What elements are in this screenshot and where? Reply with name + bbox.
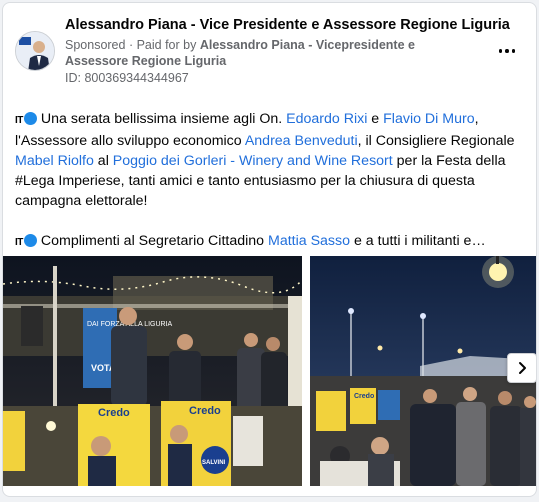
italy-flag-icon: IT — [15, 237, 23, 248]
mention-link[interactable]: Andrea Benveduti — [245, 133, 358, 149]
blue-circle-icon — [23, 234, 37, 247]
carousel-photo-1[interactable]: DAI FORZA ALLA LIGURIA VOTA Credo Credo — [3, 256, 302, 486]
post-paragraph-1: IT Una serata bellissima insieme agli On.… — [15, 109, 527, 211]
chevron-right-icon — [519, 362, 526, 374]
mention-link[interactable]: Mabel Riolfo — [15, 153, 94, 169]
text-segment: , il Consigliere Regionale — [357, 133, 515, 149]
mention-link[interactable]: Poggio dei Gorleri - Winery and Wine Res… — [113, 153, 393, 169]
more-dot — [511, 49, 516, 53]
italy-flag-icon: IT — [15, 115, 23, 126]
credo-sign-text: Credo — [98, 407, 130, 419]
ad-id: ID: 800369344344967 — [65, 71, 189, 85]
more-horizontal-icon — [498, 49, 503, 53]
paid-for-prefix: Paid for by — [136, 38, 197, 52]
blue-circle-icon — [23, 112, 37, 125]
page-avatar[interactable] — [15, 31, 55, 71]
credo-sign-text-3: Credo — [354, 393, 374, 400]
sponsored-label: Sponsored — [65, 38, 126, 52]
post-paragraph-2: IT Complimenti al Segretario Cittadino Ma… — [15, 231, 527, 253]
mention-link[interactable]: Flavio Di Muro — [383, 111, 474, 127]
text-segment: Una serata bellissima insieme agli On. — [40, 111, 287, 127]
text-segment: e — [367, 111, 384, 127]
page-name-link[interactable]: Alessandro Piana - Vice Presidente e Ass… — [65, 17, 510, 33]
mention-link[interactable]: Edoardo Rixi — [286, 111, 367, 127]
text-segment: al — [93, 153, 113, 169]
more-options-button[interactable] — [495, 41, 519, 61]
text-segment: e a tutti i militanti e… — [350, 233, 486, 249]
salvini-logo-text: SALVINI — [202, 460, 226, 466]
post-header: Alessandro Piana - Vice Presidente e Ass… — [15, 13, 525, 93]
text-segment: Complimenti al Segretario Cittadino — [40, 233, 268, 249]
sponsor-info: Sponsored · Paid for by Alessandro Piana… — [65, 38, 415, 68]
credo-sign-text-2: Credo — [189, 405, 221, 417]
carousel-photo-2[interactable]: Credo — [310, 256, 536, 486]
mention-link[interactable]: Mattia Sasso — [268, 233, 350, 249]
post-text: IT Una serata bellissima insieme agli On.… — [15, 109, 527, 253]
carousel-next-button[interactable] — [507, 353, 536, 383]
ad-post-card: Alessandro Piana - Vice Presidente e Ass… — [2, 2, 537, 497]
photo-carousel: DAI FORZA ALLA LIGURIA VOTA Credo Credo — [3, 256, 536, 486]
more-dot — [505, 49, 509, 53]
